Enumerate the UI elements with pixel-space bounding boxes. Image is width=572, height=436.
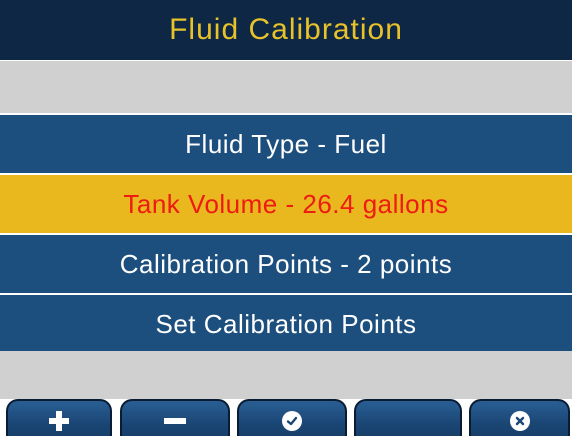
menu-item-tank-volume[interactable]: Tank Volume - 26.4 gallons [0, 175, 572, 233]
minus-icon [164, 418, 186, 424]
blank-band-top [0, 61, 572, 113]
menu-item-calibration-points[interactable]: Calibration Points - 2 points [0, 235, 572, 293]
softkey-bar [0, 399, 572, 436]
menu-item-fluid-type[interactable]: Fluid Type - Fuel [0, 115, 572, 173]
plus-icon [49, 411, 69, 431]
page-title: Fluid Calibration [0, 0, 572, 60]
check-icon [282, 411, 302, 431]
blank-band-bottom [0, 351, 572, 399]
confirm-button[interactable] [237, 399, 347, 436]
increase-button[interactable] [6, 399, 112, 436]
menu-item-set-calibration-points[interactable]: Set Calibration Points [0, 295, 572, 353]
menu-list: Fluid Type - Fuel Tank Volume - 26.4 gal… [0, 115, 572, 355]
cancel-button[interactable] [469, 399, 570, 436]
fluid-calibration-screen: Fluid Calibration Fluid Type - Fuel Tank… [0, 0, 572, 436]
blank-softkey[interactable] [354, 399, 462, 436]
decrease-button[interactable] [120, 399, 230, 436]
cancel-icon [509, 411, 530, 431]
